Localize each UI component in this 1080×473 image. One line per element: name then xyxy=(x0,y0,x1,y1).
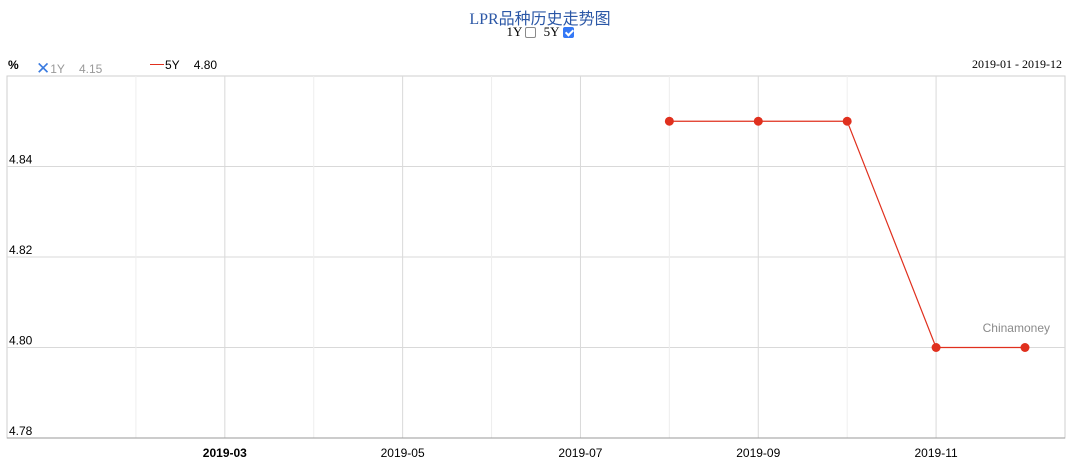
data-point xyxy=(664,116,674,126)
y-axis-ticks: 4.78 4.80 4.82 4.84 xyxy=(9,153,33,439)
x-tick-label: 2019-11 xyxy=(915,446,958,460)
data-point xyxy=(1020,343,1030,352)
data-point xyxy=(931,343,941,352)
y-tick-label: 4.84 xyxy=(9,153,33,167)
x-axis-ticks: 2019-03 2019-05 2019-07 2019-09 2019-11 xyxy=(203,446,958,460)
data-point xyxy=(842,116,852,126)
data-point xyxy=(753,116,763,126)
y-tick-label: 4.78 xyxy=(9,424,33,438)
x-tick-label: 2019-03 xyxy=(203,446,247,460)
x-tick-label: 2019-07 xyxy=(558,446,602,460)
y-tick-label: 4.80 xyxy=(9,334,33,348)
chart-panel: LPR品种历史走势图 1Y 5Y % ✕1Y 4.15 5Y 4.80 2019-0… xyxy=(0,0,1080,473)
grid-lines xyxy=(6,75,1066,439)
y-tick-label: 4.82 xyxy=(9,243,33,257)
x-tick-label: 2019-05 xyxy=(381,446,425,460)
line-chart: 4.784.804.824.84 2019-03 2019-05 2019-07 20… xyxy=(6,75,1066,460)
x-tick-label: 2019-09 xyxy=(736,446,780,460)
watermark: Chinamoney xyxy=(983,321,1050,335)
